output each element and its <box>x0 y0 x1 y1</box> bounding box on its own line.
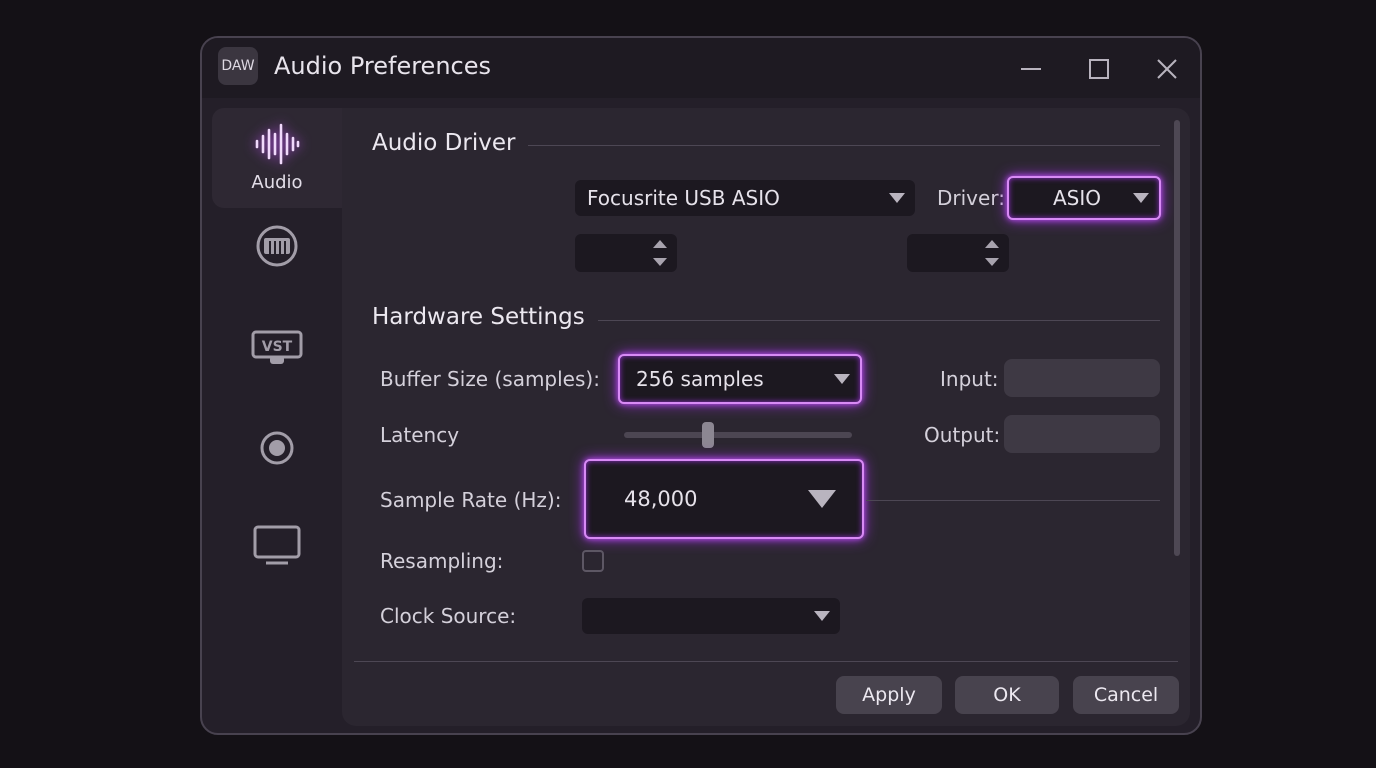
latency-label: Latency <box>380 423 460 447</box>
clock-source-label: Clock Source: <box>380 604 517 628</box>
maximize-icon <box>1089 59 1109 79</box>
hardware-settings-heading: Hardware Settings <box>372 304 585 330</box>
cancel-button[interactable]: Cancel <box>1073 676 1179 714</box>
midi-keyboard-icon <box>256 225 298 267</box>
ok-button[interactable]: OK <box>955 676 1059 714</box>
sample-rate-dropdown[interactable]: 48,000 <box>584 459 864 539</box>
vst-plugin-icon: VST <box>251 330 303 364</box>
app-logo: DAW <box>218 47 258 85</box>
stepper-up-icon[interactable] <box>653 240 667 248</box>
sidebar-item-audio[interactable]: Audio <box>212 108 342 208</box>
sidebar-item-record[interactable] <box>212 428 342 468</box>
input-channel-stepper[interactable] <box>575 234 677 272</box>
sidebar-item-label: Audio <box>251 172 303 193</box>
buffer-size-label: Buffer Size (samples): <box>380 367 600 391</box>
resampling-label: Resampling: <box>380 549 504 573</box>
close-icon <box>1157 59 1177 79</box>
clock-source-dropdown[interactable] <box>582 598 840 634</box>
chevron-down-icon <box>808 490 836 508</box>
stepper-down-icon[interactable] <box>985 258 999 266</box>
chevron-down-icon <box>889 193 905 203</box>
minimize-button[interactable] <box>1016 54 1046 84</box>
sidebar-item-display[interactable] <box>212 524 342 568</box>
driver-type-value: ASIO <box>1053 186 1102 210</box>
audio-device-dropdown[interactable]: Focusrite USB ASIO <box>575 180 915 216</box>
buffer-size-dropdown[interactable]: 256 samples <box>618 354 862 404</box>
title-bar[interactable]: DAW Audio Preferences <box>202 38 1200 98</box>
stepper-up-icon[interactable] <box>985 240 999 248</box>
sidebar-item-midi[interactable] <box>212 224 342 268</box>
record-icon <box>260 431 294 465</box>
sidebar-item-vst[interactable]: VST <box>212 330 342 366</box>
audio-device-value: Focusrite USB ASIO <box>587 186 780 210</box>
sample-rate-label: Sample Rate (Hz): <box>380 488 562 512</box>
apply-button[interactable]: Apply <box>836 676 942 714</box>
input-field[interactable] <box>1004 359 1160 397</box>
output-label: Output: <box>924 423 1001 447</box>
section-divider <box>866 500 1160 501</box>
output-field[interactable] <box>1004 415 1160 453</box>
chevron-down-icon <box>1133 193 1149 203</box>
footer-divider <box>354 661 1178 662</box>
close-button[interactable] <box>1152 54 1182 84</box>
latency-slider-thumb[interactable] <box>702 422 715 448</box>
latency-slider[interactable] <box>624 432 852 438</box>
input-label: Input: <box>940 367 999 391</box>
preferences-window: DAW Audio Preferences Audio VST Audio Dr… <box>200 36 1202 735</box>
resampling-checkbox[interactable] <box>582 550 604 572</box>
section-divider <box>528 145 1160 146</box>
settings-panel: Audio Driver Focusrite USB ASIO Driver: … <box>342 108 1190 726</box>
output-channel-stepper[interactable] <box>907 234 1009 272</box>
chevron-down-icon <box>834 374 850 384</box>
vertical-scrollbar[interactable] <box>1174 120 1180 556</box>
preferences-sidebar: Audio VST <box>212 108 342 726</box>
stepper-down-icon[interactable] <box>653 258 667 266</box>
sample-rate-value: 48,000 <box>624 487 698 511</box>
chevron-down-icon <box>814 611 830 621</box>
waveform-icon <box>255 123 300 165</box>
vst-icon-text: VST <box>262 339 293 355</box>
minimize-icon <box>1021 68 1041 70</box>
driver-label: Driver: <box>937 186 1005 210</box>
window-title: Audio Preferences <box>274 52 491 80</box>
buffer-size-value: 256 samples <box>636 367 764 391</box>
monitor-icon <box>253 525 301 565</box>
section-divider <box>598 320 1160 321</box>
audio-driver-heading: Audio Driver <box>372 130 516 156</box>
maximize-button[interactable] <box>1084 54 1114 84</box>
driver-type-dropdown[interactable]: ASIO <box>1007 176 1161 220</box>
